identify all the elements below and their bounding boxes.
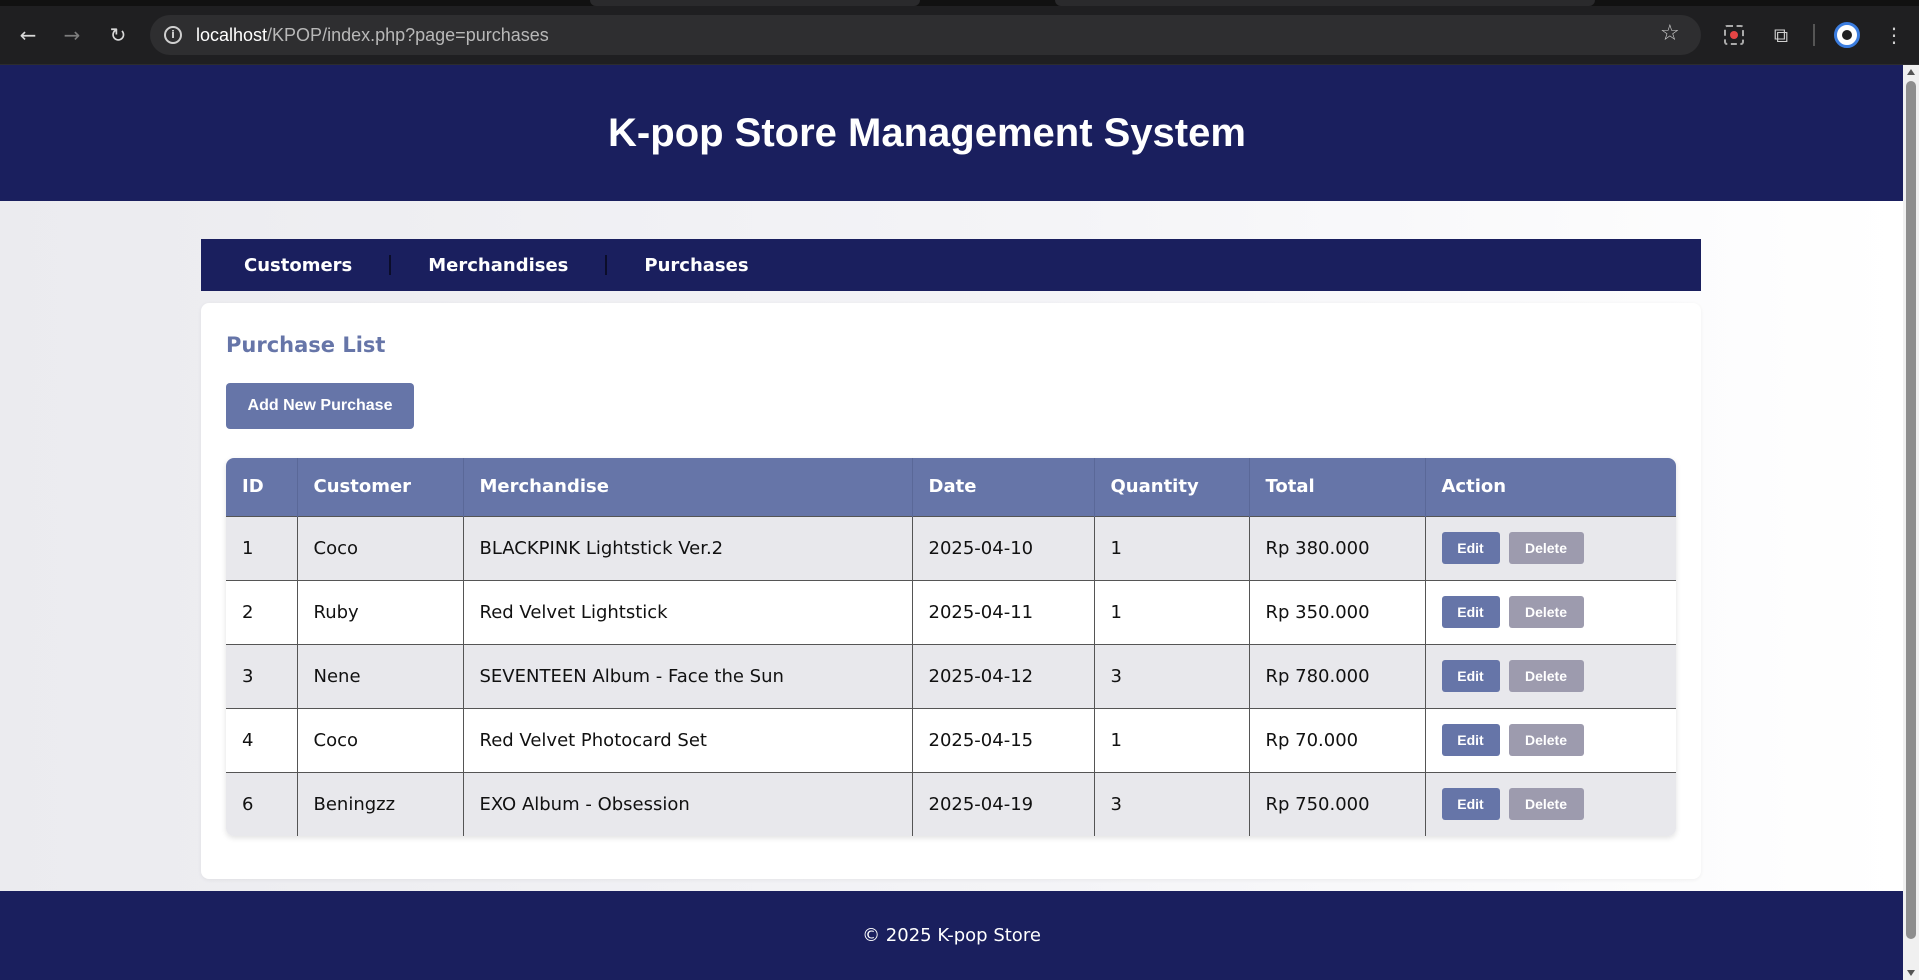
cell-total: Rp 380.000 xyxy=(1249,515,1426,580)
url-path: /KPOP/index.php?page=purchases xyxy=(267,25,549,45)
edit-button[interactable]: Edit xyxy=(1441,788,1500,821)
column-header-date[interactable]: Date xyxy=(912,458,1095,516)
cell-id: 4 xyxy=(226,707,298,772)
url-text[interactable]: localhost/KPOP/index.php?page=purchases xyxy=(196,25,549,46)
toolbar-divider xyxy=(1813,24,1815,46)
cell-id: 6 xyxy=(226,771,298,836)
column-header-merchandise[interactable]: Merchandise xyxy=(463,458,913,516)
nav-separator xyxy=(389,255,392,275)
table-header-row: ID Customer Merchandise Date Quantity To… xyxy=(226,458,1676,516)
cell-customer: Nene xyxy=(297,643,464,708)
reload-icon[interactable]: ↻ xyxy=(103,20,133,50)
cell-id: 3 xyxy=(226,643,298,708)
section-heading: Purchase List xyxy=(226,333,386,357)
cell-date: 2025-04-10 xyxy=(912,515,1095,580)
cell-date: 2025-04-11 xyxy=(912,579,1095,644)
column-header-total[interactable]: Total xyxy=(1249,458,1426,516)
delete-button[interactable]: Delete xyxy=(1508,724,1584,756)
cell-total: Rp 350.000 xyxy=(1249,579,1426,644)
table-row: 6 Beningzz EXO Album - Obsession 2025-04… xyxy=(226,771,1676,836)
cell-actions: Edit Delete xyxy=(1425,643,1676,708)
bookmark-star-icon[interactable]: ☆ xyxy=(1660,21,1680,46)
cell-quantity: 3 xyxy=(1094,771,1250,836)
cell-merchandise: EXO Album - Obsession xyxy=(463,771,913,836)
purchase-list-card: Purchase List Add New Purchase ID Custom… xyxy=(201,303,1701,879)
cell-actions: Edit Delete xyxy=(1425,707,1676,772)
screen-capture-icon[interactable] xyxy=(1724,25,1744,45)
cell-merchandise: SEVENTEEN Album - Face the Sun xyxy=(463,643,913,708)
cell-merchandise: Red Velvet Photocard Set xyxy=(463,707,913,772)
cell-customer: Beningzz xyxy=(297,771,464,836)
column-header-id[interactable]: ID xyxy=(226,458,298,516)
cell-merchandise: Red Velvet Lightstick xyxy=(463,579,913,644)
cell-actions: Edit Delete xyxy=(1425,771,1676,836)
cell-quantity: 3 xyxy=(1094,643,1250,708)
nav-purchases[interactable]: Purchases xyxy=(644,255,748,276)
tab-strip xyxy=(0,0,1919,6)
purchase-table: ID Customer Merchandise Date Quantity To… xyxy=(226,458,1676,836)
address-bar[interactable]: i localhost/KPOP/index.php?page=purchase… xyxy=(150,15,1701,55)
cell-date: 2025-04-12 xyxy=(912,643,1095,708)
footer-text: © 2025 K-pop Store xyxy=(862,925,1041,946)
cell-merchandise: BLACKPINK Lightstick Ver.2 xyxy=(463,515,913,580)
delete-button[interactable]: Delete xyxy=(1508,788,1584,821)
delete-button[interactable]: Delete xyxy=(1508,660,1584,692)
site-info-icon[interactable]: i xyxy=(164,26,182,44)
column-header-customer[interactable]: Customer xyxy=(297,458,464,516)
column-header-action: Action xyxy=(1441,476,1507,498)
vertical-scrollbar[interactable] xyxy=(1903,65,1919,980)
cell-customer: Coco xyxy=(297,515,464,580)
edit-button[interactable]: Edit xyxy=(1441,532,1500,564)
cell-id: 2 xyxy=(226,579,298,644)
nav-merchandises[interactable]: Merchandises xyxy=(428,255,568,276)
edit-button[interactable]: Edit xyxy=(1441,596,1500,628)
browser-toolbar: ← → ↻ i localhost/KPOP/index.php?page=pu… xyxy=(0,0,1919,65)
purchase-table-wrapper: ID Customer Merchandise Date Quantity To… xyxy=(226,458,1676,836)
add-purchase-button[interactable]: Add New Purchase xyxy=(226,383,414,429)
column-header-quantity[interactable]: Quantity xyxy=(1094,458,1250,516)
cell-quantity: 1 xyxy=(1094,579,1250,644)
profile-icon[interactable] xyxy=(1834,22,1860,48)
page-viewport: K-pop Store Management System Customers … xyxy=(0,65,1903,980)
cell-date: 2025-04-15 xyxy=(912,707,1095,772)
back-icon[interactable]: ← xyxy=(13,20,43,50)
extensions-icon[interactable]: ⧉ xyxy=(1766,20,1796,50)
browser-tab[interactable] xyxy=(1055,0,1595,6)
delete-button[interactable]: Delete xyxy=(1508,532,1584,564)
nav-separator xyxy=(605,255,608,275)
table-row: 4 Coco Red Velvet Photocard Set 2025-04-… xyxy=(226,707,1676,772)
site-footer: © 2025 K-pop Store xyxy=(0,891,1903,980)
delete-button[interactable]: Delete xyxy=(1508,596,1584,628)
forward-icon[interactable]: → xyxy=(57,20,87,50)
cell-id: 1 xyxy=(226,515,298,580)
cell-customer: Ruby xyxy=(297,579,464,644)
main-nav: Customers Merchandises Purchases xyxy=(201,239,1701,291)
cell-total: Rp 780.000 xyxy=(1249,643,1426,708)
table-row: 3 Nene SEVENTEEN Album - Face the Sun 20… xyxy=(226,643,1676,708)
edit-button[interactable]: Edit xyxy=(1441,724,1500,756)
scroll-down-icon[interactable] xyxy=(1907,970,1915,976)
menu-icon[interactable]: ⋮ xyxy=(1879,20,1909,50)
cell-quantity: 1 xyxy=(1094,707,1250,772)
scroll-thumb[interactable] xyxy=(1906,81,1916,939)
url-host: localhost xyxy=(196,25,268,45)
cell-date: 2025-04-19 xyxy=(912,771,1095,836)
scroll-up-icon[interactable] xyxy=(1907,69,1915,75)
nav-customers[interactable]: Customers xyxy=(244,255,352,276)
browser-tab[interactable] xyxy=(590,0,920,6)
table-row: 1 Coco BLACKPINK Lightstick Ver.2 2025-0… xyxy=(226,515,1676,580)
cell-actions: Edit Delete xyxy=(1425,579,1676,644)
cell-customer: Coco xyxy=(297,707,464,772)
edit-button[interactable]: Edit xyxy=(1441,660,1500,692)
cell-total: Rp 70.000 xyxy=(1249,707,1426,772)
table-row: 2 Ruby Red Velvet Lightstick 2025-04-11 … xyxy=(226,579,1676,644)
cell-total: Rp 750.000 xyxy=(1249,771,1426,836)
cell-actions: Edit Delete xyxy=(1425,515,1676,580)
page-title: K-pop Store Management System xyxy=(608,110,1246,155)
cell-quantity: 1 xyxy=(1094,515,1250,580)
site-header: K-pop Store Management System xyxy=(0,65,1903,201)
